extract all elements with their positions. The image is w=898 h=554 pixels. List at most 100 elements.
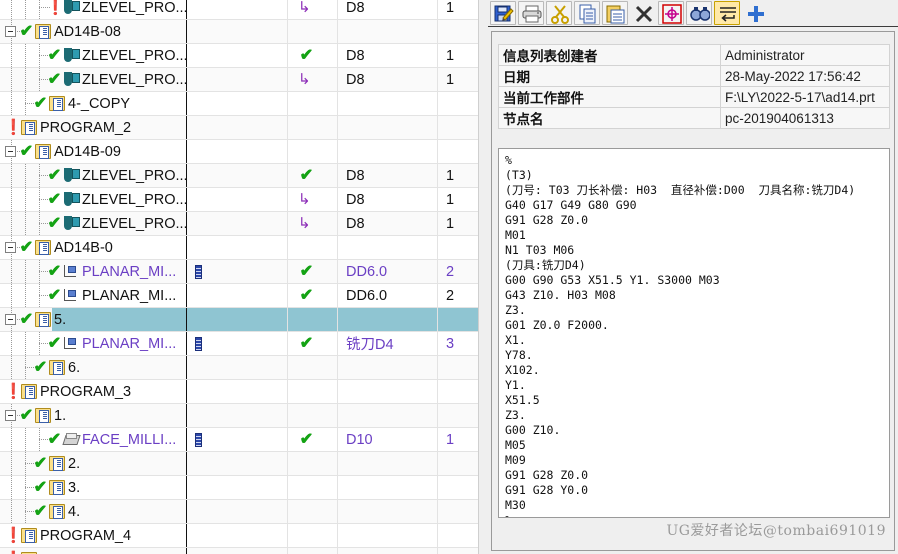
column-separator <box>437 548 438 554</box>
table-row[interactable]: ✔ PLANAR_MI... ✔ DD6.0 2 <box>0 284 478 308</box>
info-key-cell: 信息列表创建者 <box>498 44 721 66</box>
complete-check-icon: ✔ <box>33 479 48 496</box>
table-row[interactable]: ✔ AD14B-08 <box>0 20 478 44</box>
tree-expander-collapse-toggle[interactable] <box>5 314 16 325</box>
print-icon[interactable] <box>518 1 544 25</box>
complete-check-icon: ✔ <box>47 191 62 208</box>
table-row[interactable]: ✔ 1. <box>0 404 478 428</box>
copy-icon[interactable] <box>574 1 600 25</box>
column-separator <box>287 476 288 499</box>
tree-guide-line <box>25 188 26 212</box>
column-separator <box>337 356 338 379</box>
complete-check-icon: ✔ <box>47 71 62 88</box>
complete-check-icon: ✔ <box>47 287 62 304</box>
select-all-icon[interactable] <box>658 1 684 25</box>
table-row[interactable]: ✔ 4. <box>0 500 478 524</box>
add-icon[interactable] <box>742 1 768 25</box>
operation-navigator-tree[interactable]: ❗ ZLEVEL_PRO... ↳ D8 1 ✔ AD14B-08 ✔ ZLEVEL_PRO..… <box>0 0 478 554</box>
column-separator <box>186 548 187 554</box>
column-separator <box>287 92 288 115</box>
zlevel-icon <box>63 72 80 87</box>
delete-icon[interactable] <box>630 1 656 25</box>
table-row[interactable]: ✔ 4-_COPY <box>0 92 478 116</box>
column-separator <box>337 116 338 139</box>
table-row[interactable]: ✔ ZLEVEL_PRO... ✔ D8 1 <box>0 164 478 188</box>
complete-check-icon: ✔ <box>19 239 34 256</box>
geometry-indicator-icon <box>195 265 202 279</box>
tree-expander-collapse-toggle[interactable] <box>5 146 16 157</box>
column-separator <box>437 428 438 451</box>
regenerate-arrow-icon: ↳ <box>298 191 311 208</box>
table-row[interactable]: ✔ ZLEVEL_PRO... ↳ D8 1 <box>0 188 478 212</box>
column-separator <box>186 44 187 67</box>
tree-guide-line <box>11 428 12 452</box>
table-row[interactable]: ✔ AD14B-09 <box>0 140 478 164</box>
word-wrap-icon[interactable] <box>714 1 740 25</box>
column-separator <box>287 212 288 235</box>
table-row[interactable]: ✔ FACE_MILLI... ✔ D10 1 <box>0 428 478 452</box>
table-row[interactable]: ✔ 5. <box>0 308 478 332</box>
table-row[interactable]: ❗ ZLEVEL_PRO... ↳ D8 1 <box>0 0 478 20</box>
tree-guide-line <box>11 452 12 476</box>
column-separator <box>437 332 438 355</box>
regenerate-arrow-icon: ↳ <box>298 215 311 232</box>
tree-guide-line <box>25 284 26 308</box>
column-separator <box>337 308 338 331</box>
column-separator <box>287 428 288 451</box>
table-row[interactable]: ✔ 6. <box>0 356 478 380</box>
tool-number-cell: 3 <box>446 335 455 352</box>
information-body: 信息列表创建者 Administrator 日期 28-May-2022 17:56:… <box>491 31 895 551</box>
tree-guide-line <box>11 476 12 500</box>
tree-guide-line <box>39 332 40 356</box>
tool-name-cell: D8 <box>346 71 365 88</box>
cut-icon[interactable] <box>546 1 572 25</box>
tree-guide-line <box>11 500 12 524</box>
gcode-output-area[interactable]: % (T3) (刀号: T03 刀长补偿: H03 直径补偿:D00 刀具名称:… <box>498 148 890 518</box>
tree-expander-collapse-toggle[interactable] <box>5 242 16 253</box>
column-separator <box>437 524 438 547</box>
tree-guide-line <box>39 260 40 284</box>
table-row[interactable]: ✔ AD14B-0 <box>0 236 478 260</box>
folder-icon <box>21 384 37 399</box>
table-row[interactable]: ❗ PROGRAM_2 <box>0 116 478 140</box>
save-as-icon[interactable] <box>490 1 516 25</box>
table-row[interactable]: ✔ PLANAR_MI... ✔ 铣刀D4 3 <box>0 332 478 356</box>
tree-guide-line <box>11 356 12 380</box>
column-separator <box>437 0 438 19</box>
tree-expander-collapse-toggle[interactable] <box>5 410 16 421</box>
column-separator <box>337 380 338 403</box>
output-check-icon: ✔ <box>299 263 314 280</box>
tree-guide-line <box>25 476 26 500</box>
table-row[interactable]: ✔ ZLEVEL_PRO... ↳ D8 1 <box>0 212 478 236</box>
table-row[interactable]: ❗ PROGRAM_3 <box>0 380 478 404</box>
column-separator <box>337 476 338 499</box>
table-row[interactable]: ✔ 2. <box>0 452 478 476</box>
column-separator <box>186 140 187 163</box>
tool-number-cell: 1 <box>446 71 455 88</box>
column-separator <box>437 140 438 163</box>
column-separator <box>287 404 288 427</box>
complete-check-icon: ✔ <box>33 503 48 520</box>
tree-item-label: 4. <box>68 503 81 520</box>
column-separator <box>287 452 288 475</box>
column-separator <box>337 284 338 307</box>
info-key-cell: 当前工作部件 <box>498 86 721 108</box>
column-separator <box>186 20 187 43</box>
folder-icon <box>35 408 51 423</box>
output-check-icon: ✔ <box>299 47 314 64</box>
tree-guide-line <box>25 44 26 68</box>
table-row[interactable]: ✔ ZLEVEL_PRO... ✔ D8 1 <box>0 44 478 68</box>
table-row[interactable]: ✔ PLANAR_MI... ✔ DD6.0 2 <box>0 260 478 284</box>
find-icon[interactable] <box>686 1 712 25</box>
table-row[interactable]: ❗ <box>0 548 478 554</box>
column-separator <box>437 188 438 211</box>
table-row[interactable]: ✔ ZLEVEL_PRO... ↳ D8 1 <box>0 68 478 92</box>
column-separator <box>186 332 187 355</box>
zlevel-icon <box>63 216 80 231</box>
table-row[interactable]: ❗ PROGRAM_4 <box>0 524 478 548</box>
paste-icon[interactable] <box>602 1 628 25</box>
row-selection-highlight <box>52 308 478 331</box>
tree-guide-line <box>11 92 12 116</box>
table-row[interactable]: ✔ 3. <box>0 476 478 500</box>
tree-expander-collapse-toggle[interactable] <box>5 26 16 37</box>
